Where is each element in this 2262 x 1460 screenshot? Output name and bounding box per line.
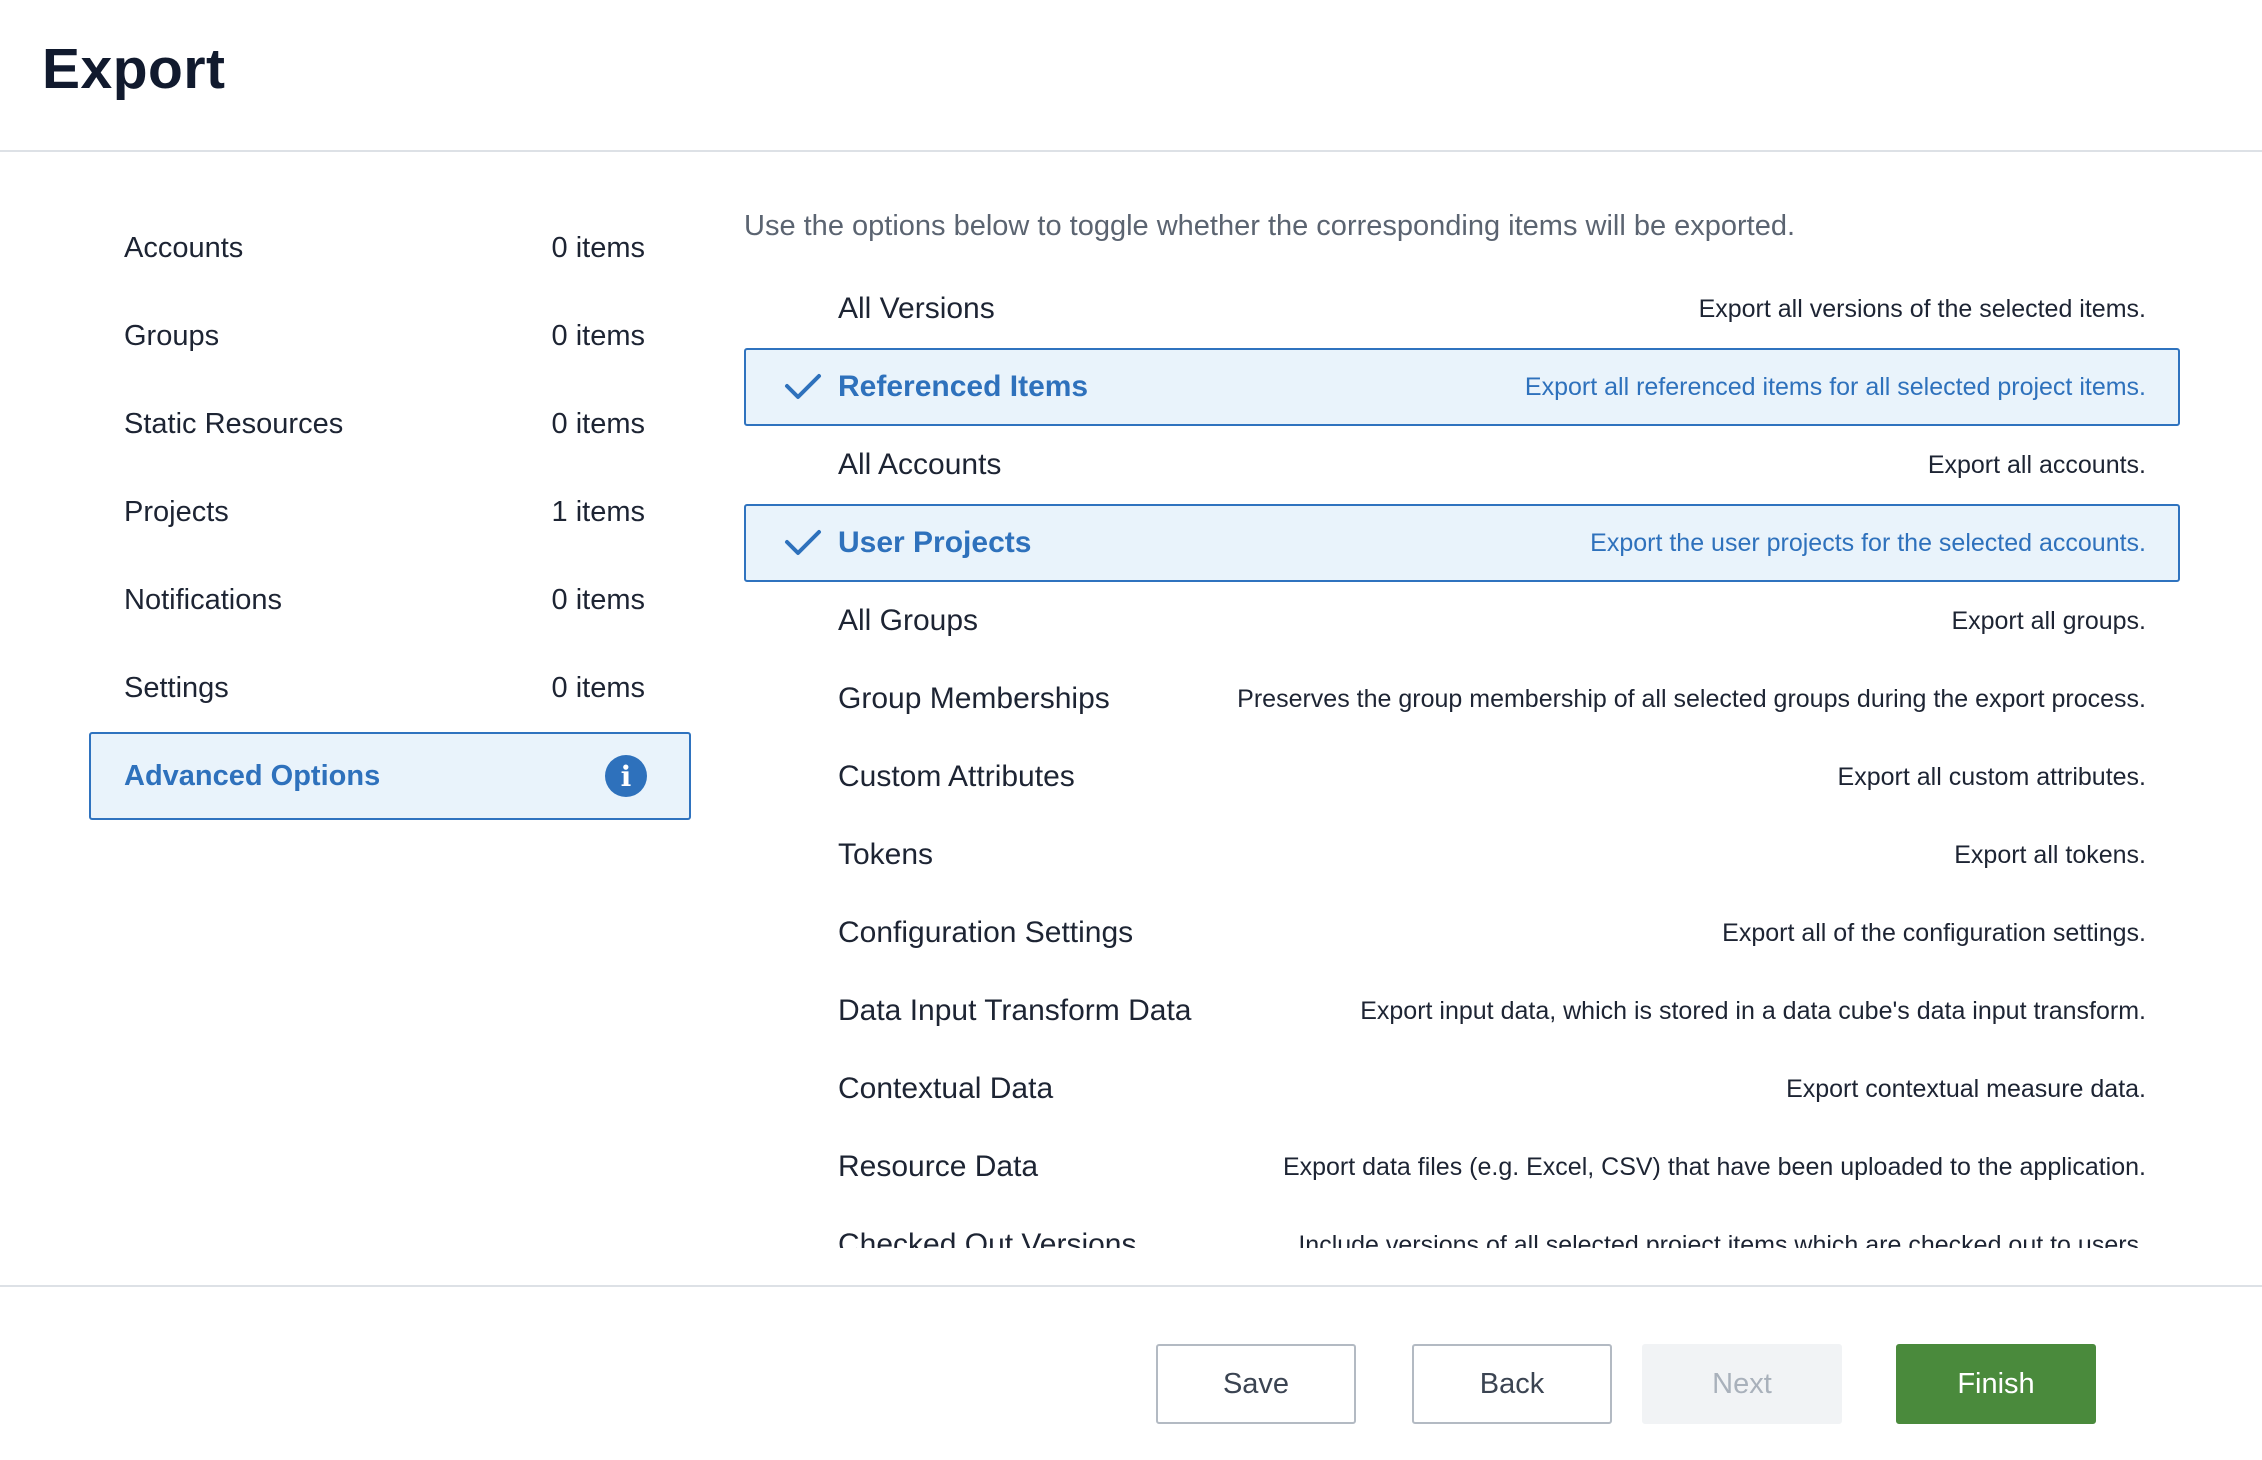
option-row-checked-out-versions[interactable]: Checked Out Versions Include versions of … — [744, 1206, 2180, 1248]
advanced-options-panel: Use the options below to toggle whether … — [744, 204, 2180, 1248]
option-description: Export input data, which is stored in a … — [1360, 996, 2146, 1025]
sidebar-item-count: 0 items — [551, 583, 645, 616]
option-label: Group Memberships — [838, 682, 1110, 715]
option-label: Resource Data — [838, 1150, 1039, 1183]
option-row-contextual-data[interactable]: Contextual Data Export contextual measure… — [744, 1050, 2180, 1128]
checkmark-icon — [785, 374, 821, 399]
page-header: Export — [0, 0, 2262, 152]
option-row-all-accounts[interactable]: All Accounts Export all accounts. — [744, 426, 2180, 504]
checkmark-icon — [785, 530, 821, 555]
sidebar-item-count: 0 items — [551, 231, 645, 264]
sidebar-item-label: Projects — [124, 495, 229, 528]
options-list: All Versions Export all versions of the s… — [744, 270, 2180, 1248]
option-row-data-input-transform-data[interactable]: Data Input Transform Data Export input da… — [744, 972, 2180, 1050]
option-label: All Accounts — [838, 448, 1002, 481]
option-description: Export contextual measure data. — [1786, 1074, 2146, 1103]
sidebar-item-advanced-options[interactable]: Advanced Options i — [89, 732, 691, 820]
option-description: Export the user projects for the selecte… — [1590, 528, 2146, 557]
back-button[interactable]: Back — [1412, 1344, 1612, 1424]
option-row-all-groups[interactable]: All Groups Export all groups. — [744, 582, 2180, 660]
option-row-custom-attributes[interactable]: Custom Attributes Export all custom attri… — [744, 738, 2180, 816]
sidebar-item-accounts[interactable]: Accounts 0 items — [89, 204, 691, 292]
sidebar-item-count: 1 items — [551, 495, 645, 528]
option-description: Export all of the configuration settings… — [1722, 918, 2146, 947]
option-row-resource-data[interactable]: Resource Data Export data files (e.g. Exc… — [744, 1128, 2180, 1206]
sidebar-item-count: 0 items — [551, 671, 645, 704]
sidebar-item-label: Accounts — [124, 231, 244, 264]
option-label: Checked Out Versions — [838, 1228, 1137, 1248]
option-label: Tokens — [838, 838, 934, 871]
page-title: Export — [42, 37, 226, 101]
option-description: Export all versions of the selected item… — [1698, 294, 2146, 323]
option-label: Contextual Data — [838, 1072, 1054, 1105]
option-description: Export all accounts. — [1927, 450, 2146, 479]
option-description: Export all tokens. — [1954, 840, 2146, 869]
next-button: Next — [1642, 1344, 1842, 1424]
sidebar-item-label: Groups — [124, 319, 220, 352]
option-description: Include versions of all selected project… — [1298, 1230, 2146, 1249]
sidebar-item-label: Static Resources — [124, 407, 344, 440]
option-label: All Versions — [838, 292, 995, 325]
sidebar-item-label: Notifications — [124, 583, 282, 616]
finish-button[interactable]: Finish — [1896, 1344, 2096, 1424]
option-row-configuration-settings[interactable]: Configuration Settings Export all of the … — [744, 894, 2180, 972]
sidebar-item-label: Advanced Options — [124, 759, 381, 792]
option-row-group-memberships[interactable]: Group Memberships Preserves the group mem… — [744, 660, 2180, 738]
save-button[interactable]: Save — [1156, 1344, 1356, 1424]
sidebar-item-projects[interactable]: Projects 1 items — [89, 468, 691, 556]
option-row-user-projects[interactable]: User Projects Export the user projects fo… — [744, 504, 2180, 582]
footer-bar: Save Back Next Finish — [0, 1285, 2262, 1460]
sidebar-item-notifications[interactable]: Notifications 0 items — [89, 556, 691, 644]
option-description: Export all referenced items for all sele… — [1524, 372, 2146, 401]
option-row-referenced-items[interactable]: Referenced Items Export all referenced it… — [744, 348, 2180, 426]
option-label: All Groups — [838, 604, 979, 637]
instructions-text: Use the options below to toggle whether … — [744, 210, 1796, 242]
sidebar-item-settings[interactable]: Settings 0 items — [89, 644, 691, 732]
option-label: Configuration Settings — [838, 916, 1134, 949]
sidebar-item-static-resources[interactable]: Static Resources 0 items — [89, 380, 691, 468]
option-description: Export all groups. — [1951, 606, 2146, 635]
option-description: Export data files (e.g. Excel, CSV) that… — [1282, 1152, 2146, 1181]
sidebar-item-groups[interactable]: Groups 0 items — [89, 292, 691, 380]
option-row-tokens[interactable]: Tokens Export all tokens. — [744, 816, 2180, 894]
sidebar: Accounts 0 items Groups 0 items Static R… — [89, 204, 691, 820]
option-label: Custom Attributes — [838, 760, 1075, 793]
info-icon[interactable]: i — [605, 755, 647, 797]
sidebar-item-count: 0 items — [551, 319, 645, 352]
option-row-all-versions[interactable]: All Versions Export all versions of the s… — [744, 270, 2180, 348]
option-label: Data Input Transform Data — [838, 994, 1192, 1027]
sidebar-item-label: Settings — [124, 671, 229, 704]
option-description: Export all custom attributes. — [1837, 762, 2146, 791]
option-description: Preserves the group membership of all se… — [1237, 684, 2146, 713]
sidebar-item-count: 0 items — [551, 407, 645, 440]
option-label: Referenced Items — [838, 370, 1089, 403]
option-label: User Projects — [838, 526, 1032, 559]
